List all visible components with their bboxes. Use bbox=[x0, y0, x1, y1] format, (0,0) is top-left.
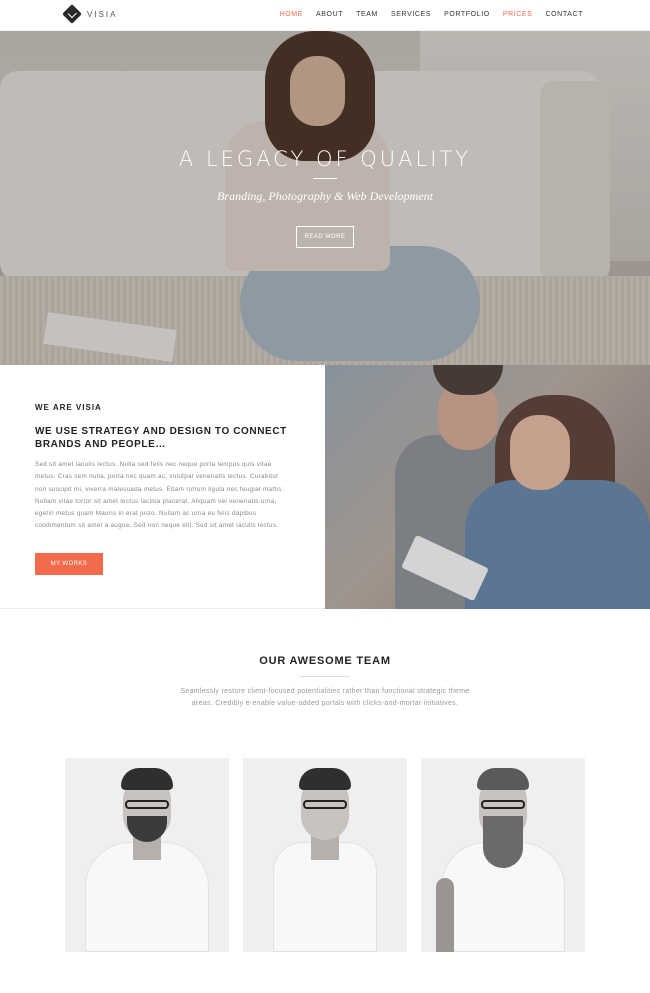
about-title: WE USE STRATEGY AND DESIGN TO CONNECT BR… bbox=[35, 426, 287, 450]
team-member-hair bbox=[477, 768, 529, 790]
logo-icon bbox=[62, 4, 82, 24]
about-photo-overlay bbox=[325, 365, 650, 609]
team-member-card[interactable] bbox=[65, 758, 229, 952]
about-text: Sed sit amet iaculis lectus. Nulla sed f… bbox=[35, 461, 284, 530]
team-member-arm bbox=[436, 878, 454, 952]
about-eyebrow: WE ARE VISIA bbox=[35, 403, 102, 412]
nav-item-contact[interactable]: CONTACT bbox=[545, 11, 583, 18]
team-divider bbox=[300, 676, 350, 677]
nav-item-portfolio[interactable]: PORTFOLIO bbox=[444, 11, 490, 18]
about-section: WE ARE VISIA WE USE STRATEGY AND DESIGN … bbox=[0, 365, 650, 609]
nav-item-services[interactable]: SERVICES bbox=[391, 11, 431, 18]
read-more-button[interactable]: READ MORE bbox=[296, 226, 354, 248]
team-member-glasses bbox=[125, 800, 169, 809]
logo-text: VISIA bbox=[87, 9, 118, 19]
team-member-glasses bbox=[303, 800, 347, 809]
my-works-button[interactable]: MY WORKS bbox=[35, 553, 103, 575]
hero-divider bbox=[313, 178, 337, 179]
top-navbar: VISIA HOME ABOUT TEAM SERVICES PORTFOLIO… bbox=[0, 0, 650, 31]
team-member-hair bbox=[299, 768, 351, 790]
nav-item-home[interactable]: HOME bbox=[280, 11, 303, 18]
hero-section: A LEGACY OF QUALITY Branding, Photograph… bbox=[0, 31, 650, 365]
team-description: Seamlessly restore client-focused potent… bbox=[180, 688, 470, 707]
team-member-card[interactable] bbox=[421, 758, 585, 952]
team-member-beard bbox=[483, 816, 523, 868]
nav-item-about[interactable]: ABOUT bbox=[316, 11, 343, 18]
team-title: OUR AWESOME TEAM bbox=[259, 655, 391, 667]
team-member-hair bbox=[121, 768, 173, 790]
about-photo bbox=[325, 365, 650, 609]
hero-subtitle: Branding, Photography & Web Development bbox=[217, 189, 433, 203]
team-member-card[interactable] bbox=[243, 758, 407, 952]
nav-item-team[interactable]: TEAM bbox=[356, 11, 378, 18]
team-member-sunglasses bbox=[481, 800, 525, 809]
logo[interactable]: VISIA bbox=[62, 4, 118, 24]
hero-title: A LEGACY OF QUALITY bbox=[178, 147, 472, 171]
nav-item-prices[interactable]: PRICES bbox=[503, 11, 533, 18]
main-menu: HOME ABOUT TEAM SERVICES PORTFOLIO PRICE… bbox=[280, 11, 583, 18]
